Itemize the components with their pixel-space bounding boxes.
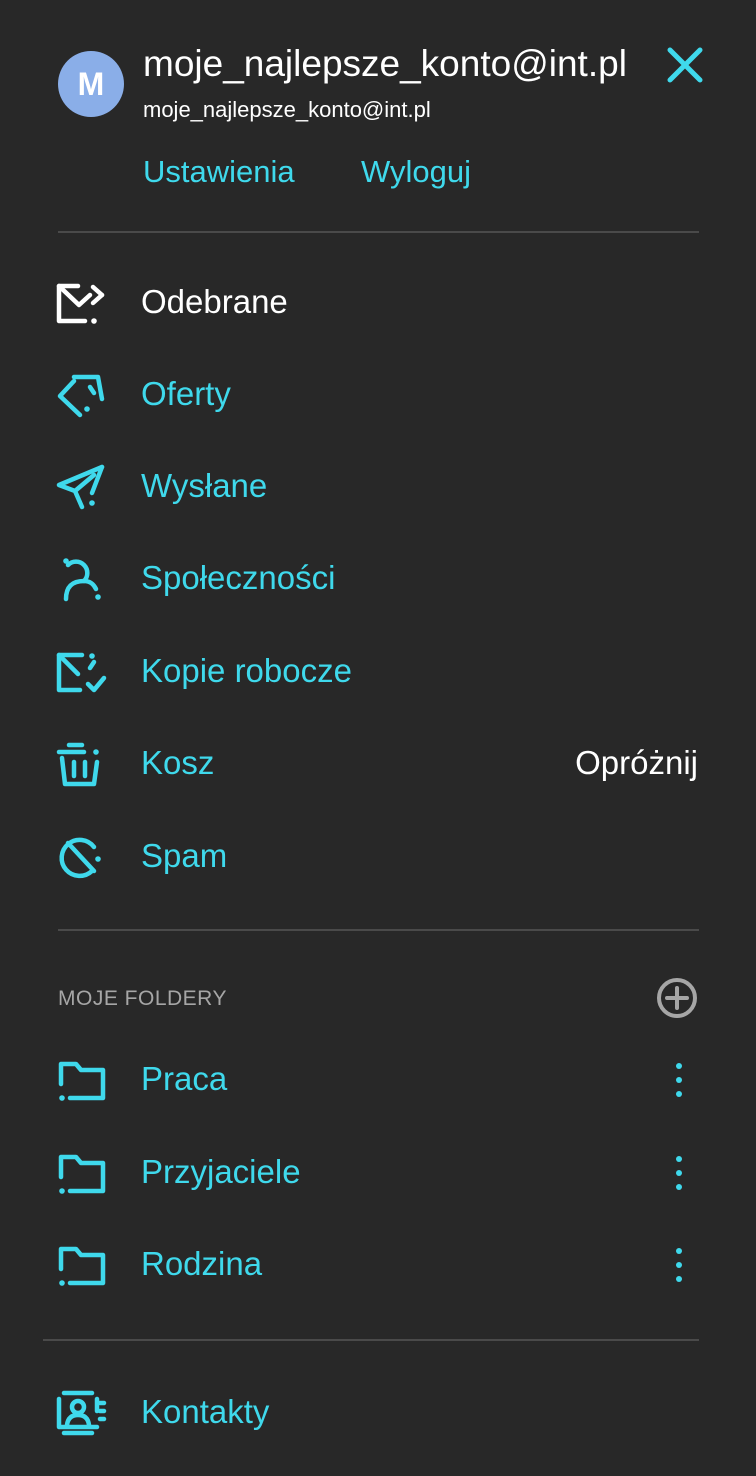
folder-icon [58, 1246, 106, 1286]
nav-divider [58, 929, 699, 931]
folder-item-rodzina[interactable]: Rodzina [0, 1219, 756, 1311]
folders-divider [43, 1339, 699, 1341]
nav-label-inbox: Odebrane [141, 283, 288, 320]
folder-icon [58, 1061, 106, 1101]
nav-label-sent: Wysłane [141, 467, 268, 504]
paper-plane-icon [56, 464, 105, 510]
folder-icon [58, 1154, 106, 1194]
folder-menu-button-przyjaciele[interactable] [662, 1151, 696, 1195]
folders-section-title: MOJE FOLDERY [58, 987, 227, 1010]
account-header: M moje_najlepsze_konto@int.pl moje_najle… [0, 0, 756, 232]
nav-item-offers[interactable]: Oferty [0, 349, 756, 441]
folder-item-przyjaciele[interactable]: Przyjaciele [0, 1127, 756, 1219]
logout-link[interactable]: Wyloguj [361, 152, 471, 192]
nav-label-offers: Oferty [141, 375, 231, 412]
nav-item-inbox[interactable]: Odebrane [0, 257, 756, 349]
folder-label-przyjaciele: Przyjaciele [141, 1153, 301, 1190]
spam-icon [59, 837, 101, 879]
settings-link[interactable]: Ustawienia [143, 152, 295, 192]
empty-trash-button[interactable]: Opróżnij [575, 740, 698, 786]
folder-label-rodzina: Rodzina [141, 1245, 263, 1282]
nav-item-trash[interactable]: Kosz Opróżnij [0, 718, 756, 810]
header-divider [58, 231, 699, 233]
nav-item-sent[interactable]: Wysłane [0, 441, 756, 533]
contacts-icon [56, 1390, 107, 1436]
tag-icon [57, 374, 105, 418]
nav-label-communities: Społeczności [141, 559, 336, 596]
add-folder-button[interactable] [655, 976, 699, 1020]
nav-label-drafts: Kopie robocze [141, 652, 352, 689]
more-vertical-icon [676, 1063, 682, 1097]
nav-item-communities[interactable]: Społeczności [0, 533, 756, 625]
nav-label-trash: Kosz [141, 744, 215, 781]
nav-item-contacts[interactable]: Kontakty [0, 1367, 756, 1459]
folder-menu-button-praca[interactable] [662, 1058, 696, 1102]
nav-label-contacts: Kontakty [141, 1393, 270, 1430]
close-button[interactable] [664, 44, 706, 86]
community-icon [63, 558, 101, 602]
more-vertical-icon [676, 1156, 682, 1190]
trash-icon [56, 742, 100, 787]
draft-icon [56, 652, 107, 693]
nav-label-spam: Spam [141, 837, 228, 874]
avatar[interactable]: M [58, 51, 124, 117]
folder-menu-button-rodzina[interactable] [662, 1243, 696, 1287]
folder-label-praca: Praca [141, 1060, 228, 1097]
account-email: moje_najlepsze_konto@int.pl [143, 97, 431, 122]
folder-item-praca[interactable]: Praca [0, 1034, 756, 1126]
more-vertical-icon [676, 1248, 682, 1282]
nav-item-spam[interactable]: Spam [0, 811, 756, 903]
inbox-icon [56, 283, 105, 324]
nav-item-drafts[interactable]: Kopie robocze [0, 626, 756, 718]
add-circle-icon [657, 978, 697, 1018]
account-name: moje_najlepsze_konto@int.pl [143, 43, 627, 84]
close-icon [667, 47, 703, 83]
